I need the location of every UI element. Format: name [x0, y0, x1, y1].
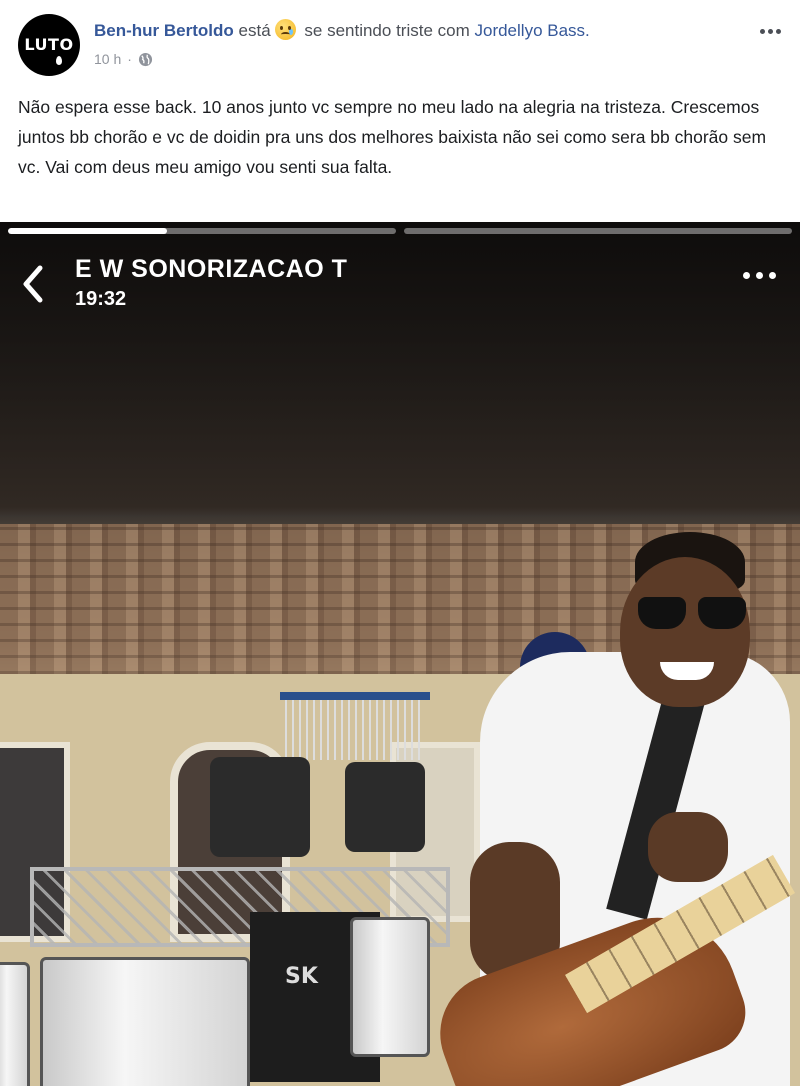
sad-face-emoji-icon [274, 19, 296, 40]
story-options-button[interactable] [743, 272, 776, 279]
drum [0, 962, 30, 1086]
profile-avatar[interactable]: LUTO [18, 14, 80, 76]
drum [40, 957, 250, 1086]
tagged-friend-link[interactable]: Jordellyo Bass. [474, 21, 589, 40]
case-logo: SK [285, 964, 318, 989]
story-time: 19:32 [75, 288, 127, 310]
story-progress-fill [8, 228, 168, 234]
stage-light [210, 757, 310, 857]
post-caption: Não espera esse back. 10 anos junto vc s… [18, 97, 767, 177]
feeling-prefix: está [238, 21, 271, 40]
dot-icon [767, 29, 773, 34]
post-options-button[interactable] [758, 16, 782, 38]
dot-icon [769, 272, 776, 279]
sunglasses [638, 597, 746, 631]
post-meta: 10 h · [94, 51, 153, 67]
story-image[interactable]: SK E W SONORIZACAO T 19:32 [0, 222, 800, 1086]
dot-icon [759, 29, 765, 34]
story-progress [8, 228, 792, 234]
story-progress-segment[interactable] [404, 228, 792, 234]
facebook-post: LUTO Ben-hur Bertoldo está se sentindo t… [0, 0, 800, 1086]
chimes-bar [280, 692, 430, 700]
drum [350, 917, 430, 1057]
stage-light [345, 762, 425, 852]
avatar-luto-text: LUTO [24, 34, 74, 54]
dot-icon [775, 29, 781, 34]
story-title: E W SONORIZACAO T [75, 255, 348, 283]
musician-hand [648, 812, 728, 882]
tear-drop-icon [56, 56, 62, 65]
story-progress-segment[interactable] [8, 228, 396, 234]
musician-face [620, 557, 750, 707]
dot-icon [756, 272, 763, 279]
feeling-text: se sentindo triste com [304, 21, 470, 40]
post-timestamp-link[interactable]: 10 h [94, 51, 121, 67]
meta-separator: · [127, 51, 132, 67]
post-headline: Ben-hur Bertoldo está se sentindo triste… [94, 19, 590, 41]
author-name-link[interactable]: Ben-hur Bertoldo [94, 21, 234, 40]
chimes [285, 700, 425, 760]
chevron-left-icon[interactable] [18, 260, 48, 308]
dot-icon [743, 272, 750, 279]
globe-icon[interactable] [138, 52, 153, 67]
